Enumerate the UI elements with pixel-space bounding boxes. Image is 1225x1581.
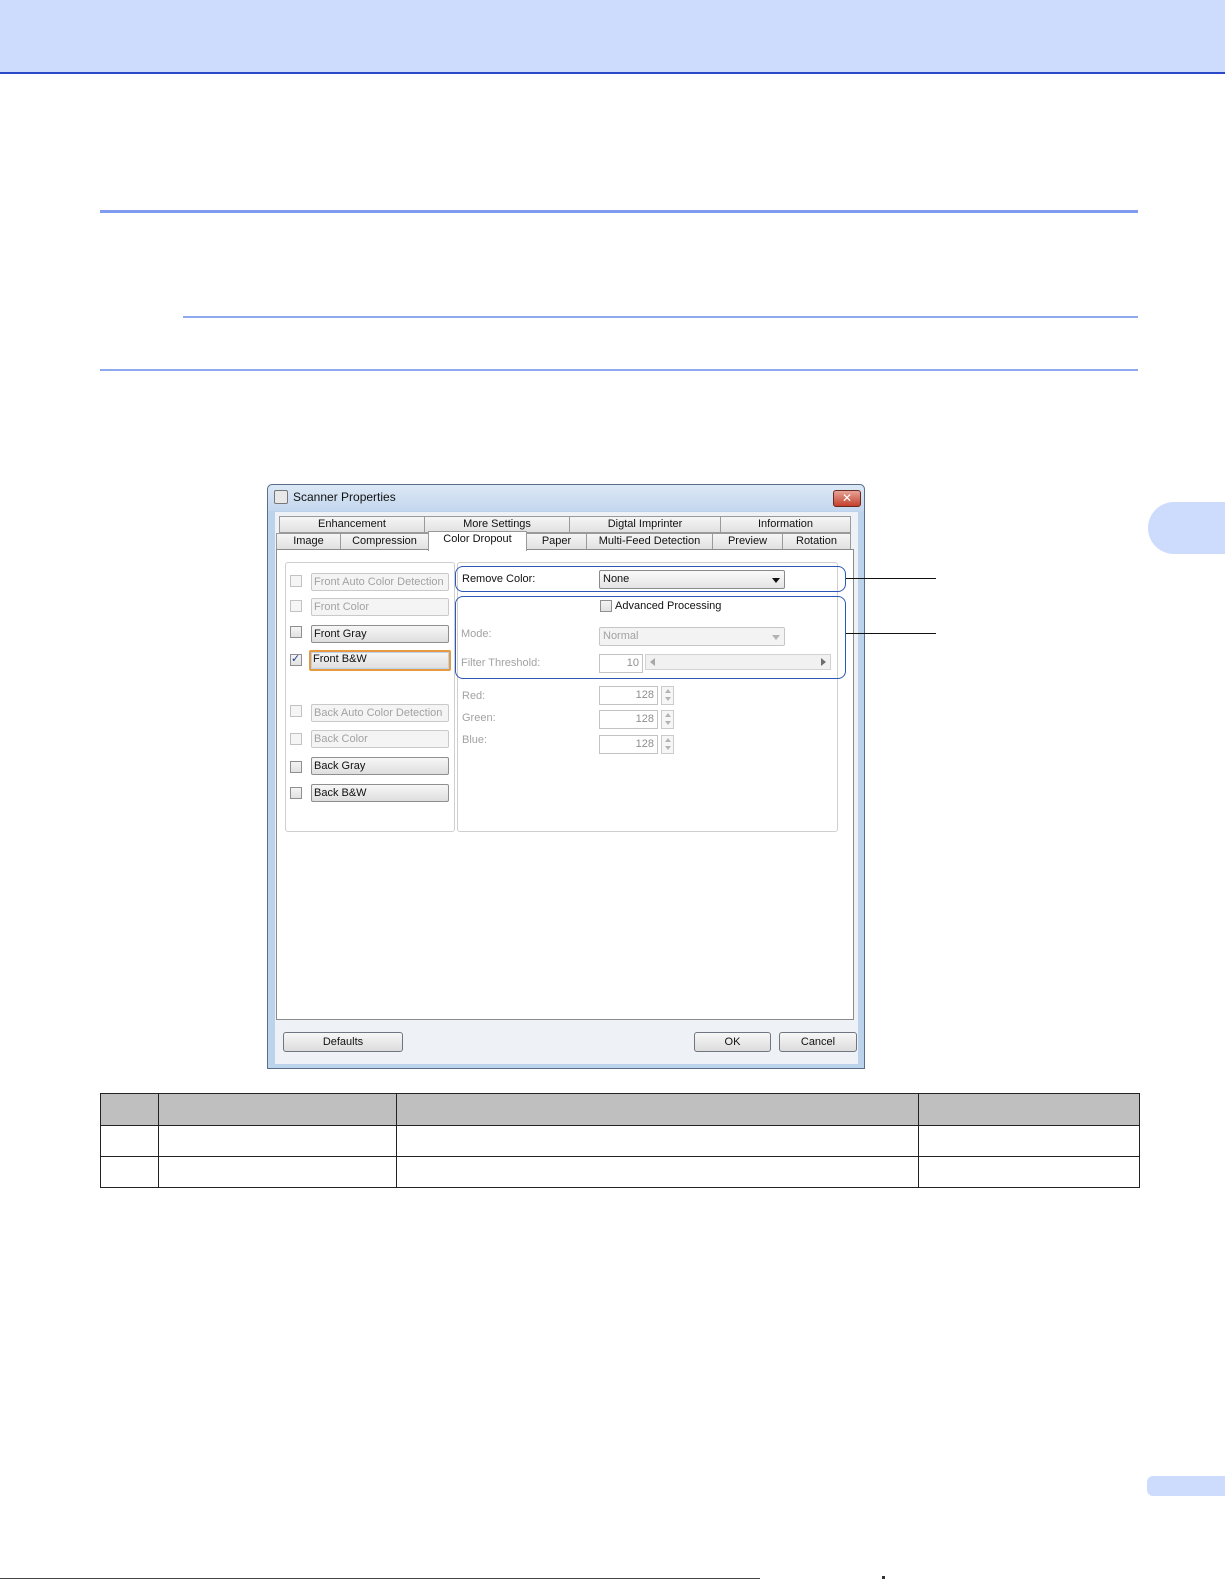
tab-preview[interactable]: Preview [712,533,783,550]
checkbox-front-bw[interactable] [290,652,302,666]
back-bw-button[interactable]: Back B&W [311,784,449,802]
tab-compression[interactable]: Compression [340,533,429,550]
red-label: Red: [462,690,486,702]
callout-description-table [100,1093,1140,1188]
leader-line-2 [846,633,936,634]
table-cell [158,1156,397,1188]
back-gray-button[interactable]: Back Gray [311,757,449,775]
front-auto-color-detection-button[interactable]: Front Auto Color Detection [311,573,449,591]
checkbox-front-auto-color[interactable] [290,575,302,587]
table-cell [100,1156,159,1188]
page-number-tab [1147,1476,1225,1496]
green-field[interactable]: 128 [599,710,658,729]
checkbox-back-gray[interactable] [290,761,302,773]
table-cell [158,1125,397,1157]
dialog-title: Scanner Properties [293,490,396,504]
table-cell [396,1156,919,1188]
table-cell [100,1125,159,1157]
table-cell [918,1125,1140,1157]
tab-information[interactable]: Information [720,516,851,533]
cancel-button[interactable]: Cancel [779,1032,857,1052]
section-rule [100,210,1138,213]
red-spinner[interactable] [661,686,674,705]
tab-color-dropout[interactable]: Color Dropout [428,531,527,551]
blue-spinner[interactable] [661,735,674,754]
dialog-titlebar[interactable]: Scanner Properties ✕ [268,485,864,511]
back-auto-color-detection-button[interactable]: Back Auto Color Detection [311,704,449,722]
checkbox-back-auto-color[interactable] [290,705,302,717]
footer-mark [882,1576,885,1579]
tab-multi-feed-detection[interactable]: Multi-Feed Detection [586,533,713,550]
table-header-cell [158,1093,397,1126]
callout-box-2 [455,596,846,679]
table-row [100,1125,1140,1157]
table-cell [918,1156,1140,1188]
chapter-tab [1148,502,1225,554]
table-header-cell [918,1093,1140,1126]
close-button[interactable]: ✕ [833,490,861,507]
checkbox-back-color[interactable] [290,733,302,745]
green-label: Green: [462,712,496,724]
tab-rotation[interactable]: Rotation [782,533,851,550]
checkbox-back-bw[interactable] [290,787,302,799]
note-rule [100,369,1138,371]
front-bw-button[interactable]: Front B&W [309,650,451,671]
checkbox-front-gray[interactable] [290,626,302,638]
green-spinner[interactable] [661,710,674,729]
table-header-row [100,1093,1140,1126]
front-gray-button[interactable]: Front Gray [311,625,449,643]
ok-button[interactable]: OK [694,1032,771,1052]
back-color-button[interactable]: Back Color [311,730,449,748]
leader-line-1 [846,578,936,579]
blue-label: Blue: [462,734,488,746]
table-cell [396,1125,919,1157]
red-field[interactable]: 128 [599,686,658,705]
front-color-button[interactable]: Front Color [311,598,449,616]
table-header-cell [396,1093,919,1126]
callout-box-1 [455,566,846,592]
subsection-rule [183,316,1138,318]
tab-image[interactable]: Image [276,533,341,550]
tab-paper[interactable]: Paper [526,533,587,550]
tab-enhancement[interactable]: Enhancement [279,516,425,533]
table-header-cell [100,1093,159,1126]
blue-field[interactable]: 128 [599,735,658,754]
scanner-icon [274,490,288,504]
footer-rule [0,1578,760,1579]
tab-digital-imprinter[interactable]: Digtal Imprinter [569,516,721,533]
defaults-button[interactable]: Defaults [283,1032,403,1052]
table-row [100,1156,1140,1188]
checkbox-front-color[interactable] [290,600,302,612]
page-header-band [0,0,1225,74]
